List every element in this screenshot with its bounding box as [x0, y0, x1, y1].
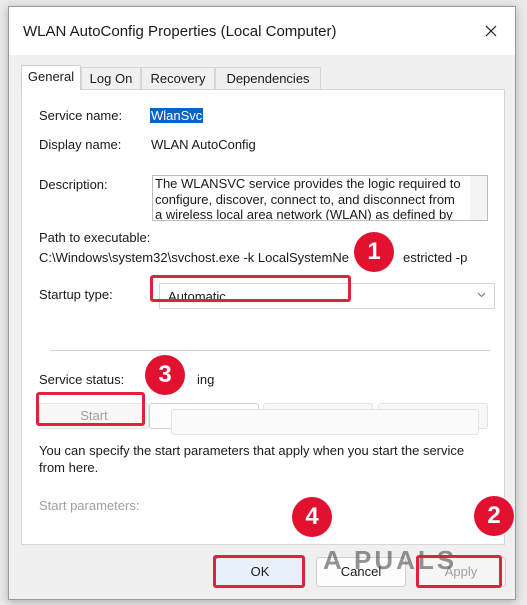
general-tab-panel: Service name: WlanSvc Display name: WLAN…: [21, 89, 505, 545]
tab-log-on[interactable]: Log On: [81, 67, 141, 89]
highlight-start-button: [36, 392, 145, 426]
start-params-hint: You can specify the start parameters tha…: [39, 443, 465, 475]
tab-dependencies[interactable]: Dependencies: [215, 67, 321, 89]
description-label: Description:: [39, 177, 108, 192]
description-scrollbar[interactable]: [470, 176, 487, 220]
step-badge-1: 1: [354, 232, 394, 272]
description-box[interactable]: The WLANSVC service provides the logic r…: [152, 175, 488, 221]
close-button[interactable]: [469, 7, 515, 55]
path-label: Path to executable:: [39, 230, 151, 245]
section-divider: [50, 350, 490, 351]
display-name-value[interactable]: WLAN AutoConfig: [151, 137, 256, 152]
service-name-value: WlanSvc: [150, 108, 204, 123]
highlight-apply-button: [416, 555, 502, 588]
title-bar: WLAN AutoConfig Properties (Local Comput…: [9, 7, 515, 55]
display-name-label: Display name:: [39, 137, 122, 152]
service-status-label: Service status:: [39, 372, 125, 387]
path-value-tail: estricted -p: [403, 250, 468, 265]
window-title: WLAN AutoConfig Properties (Local Comput…: [23, 23, 337, 40]
step-badge-3: 3: [145, 355, 185, 395]
close-icon: [485, 25, 497, 37]
start-params-input[interactable]: [171, 409, 479, 435]
service-name-label: Service name:: [39, 108, 123, 123]
tab-general[interactable]: General: [21, 65, 81, 90]
start-params-label: Start parameters:: [39, 498, 140, 513]
service-name-field[interactable]: WlanSvc: [150, 108, 204, 123]
step-badge-4: 4: [292, 497, 332, 537]
path-value: C:\Windows\system32\svchost.exe -k Local…: [39, 250, 349, 265]
step-badge-2: 2: [474, 496, 514, 536]
chevron-down-icon: [477, 292, 486, 298]
tab-recovery[interactable]: Recovery: [141, 67, 215, 89]
properties-dialog: WLAN AutoConfig Properties (Local Comput…: [8, 6, 516, 600]
highlight-startup-type: [150, 275, 351, 302]
description-text: The WLANSVC service provides the logic r…: [155, 176, 461, 221]
startup-type-label: Startup type:: [39, 287, 113, 302]
highlight-ok-button: [213, 555, 305, 588]
service-status-value: ing: [197, 372, 215, 387]
